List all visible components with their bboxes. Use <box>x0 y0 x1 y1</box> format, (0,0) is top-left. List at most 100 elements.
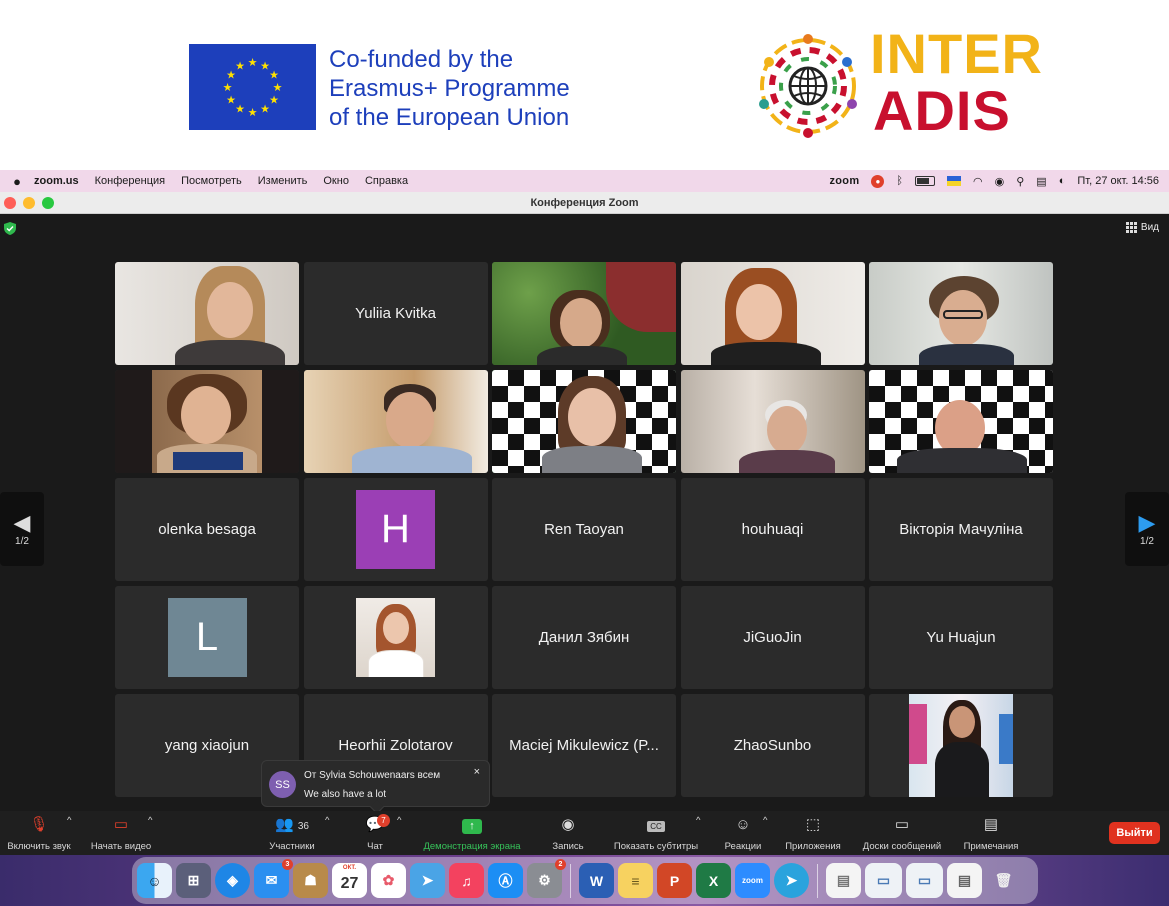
minimize-window-button[interactable] <box>23 197 35 209</box>
participant-name-tile[interactable]: Yuliia Kvitka <box>303 262 488 365</box>
record-button[interactable]: ◉ Запись <box>548 815 588 852</box>
excel-icon[interactable]: X <box>696 863 731 898</box>
chat-notification[interactable]: SS От Sylvia Schouwenaars всем We also h… <box>261 760 490 815</box>
record-status-icon[interactable]: ● <box>871 174 885 188</box>
participant-name-tile[interactable]: Данил Зябин <box>492 586 676 689</box>
participant-video-tile[interactable] <box>680 370 865 473</box>
document-icon[interactable]: ▤ <box>826 863 861 898</box>
music-icon[interactable]: ♫ <box>449 863 484 898</box>
siri-icon[interactable]: ◐ <box>1059 175 1066 187</box>
participant-video-tile[interactable] <box>869 370 1053 473</box>
whiteboards-button[interactable]: ▭ Доски сообщений <box>857 815 947 852</box>
menu-help[interactable]: Справка <box>365 175 408 187</box>
powerpoint-icon[interactable]: P <box>657 863 692 898</box>
participant-name: Ren Taoyan <box>544 521 624 538</box>
participant-name-tile[interactable]: Вікторія Мачуліна <box>869 478 1053 581</box>
participant-avatar-tile[interactable] <box>869 694 1053 797</box>
chat-caret-icon[interactable]: ^ <box>397 815 401 826</box>
window-thumbnail-icon[interactable]: ▭ <box>865 863 902 898</box>
user-switch-icon[interactable]: ◉ <box>995 175 1005 188</box>
reactions-button[interactable]: ☺ Реакции <box>720 815 766 852</box>
participants-button[interactable]: 👥 36 Участники <box>262 815 322 852</box>
video-options-caret-icon[interactable]: ^ <box>148 815 152 826</box>
security-shield-icon[interactable] <box>4 222 16 235</box>
participant-name-tile[interactable]: Maciej Mikulewicz (P... <box>492 694 676 797</box>
next-page-button[interactable]: ▶ 1/2 <box>1125 492 1169 566</box>
notes-button[interactable]: ▤ Примечания <box>960 815 1022 852</box>
zoom-app-icon[interactable]: zoom <box>735 863 770 898</box>
participant-avatar-tile[interactable]: H <box>303 478 488 581</box>
control-center-icon[interactable]: ▤ <box>1036 175 1046 188</box>
apps-button[interactable]: ⬚ Приложения <box>782 815 844 852</box>
battery-icon[interactable] <box>915 176 936 186</box>
leave-meeting-button[interactable]: Выйти <box>1109 822 1160 844</box>
finder-icon[interactable]: ☺ <box>137 863 172 898</box>
participant-name: Yuliia Kvitka <box>355 305 436 322</box>
close-icon[interactable]: × <box>474 766 480 778</box>
system-settings-icon[interactable]: ⚙ 2 <box>527 859 566 898</box>
menubar-clock[interactable]: Пт, 27 окт. 14:56 <box>1077 175 1159 187</box>
start-video-button[interactable]: ▭ Начать видео <box>88 815 154 852</box>
participant-avatar-tile[interactable]: L <box>115 586 299 689</box>
mac-menubar: ● zoom.us Конференция Посмотреть Изменит… <box>0 170 1169 192</box>
menu-view[interactable]: Посмотреть <box>181 175 242 187</box>
share-screen-button[interactable]: ↑ Демонстрация экрана <box>416 815 528 852</box>
safari-icon[interactable]: ◈ <box>215 863 250 898</box>
participant-video-tile[interactable] <box>869 262 1053 365</box>
participant-video-tile[interactable] <box>492 262 676 365</box>
svg-text:★: ★ <box>235 60 245 73</box>
participants-caret-icon[interactable]: ^ <box>325 815 329 826</box>
participant-video-tile[interactable] <box>115 262 299 365</box>
mail-badge: 3 <box>282 859 293 870</box>
telegram-icon[interactable]: ➤ <box>774 863 809 898</box>
menu-app-name[interactable]: zoom.us <box>34 175 79 187</box>
menu-window[interactable]: Окно <box>323 175 349 187</box>
wifi-icon[interactable]: ◠ <box>973 175 983 188</box>
video-feed <box>303 370 488 473</box>
svg-text:★: ★ <box>269 69 279 82</box>
participant-name-tile[interactable]: houhuaqi <box>680 478 865 581</box>
participant-video-tile[interactable] <box>115 370 299 473</box>
participant-name-tile[interactable]: JiGuoJin <box>680 586 865 689</box>
word-icon[interactable]: W <box>579 863 614 898</box>
calendar-icon[interactable]: ОКТ. 27 <box>332 863 367 898</box>
participant-name-tile[interactable]: Ren Taoyan <box>492 478 676 581</box>
reactions-caret-icon[interactable]: ^ <box>763 815 767 826</box>
view-button[interactable]: Вид <box>1125 222 1159 233</box>
trash-icon[interactable]: 🗑 <box>986 863 1021 898</box>
maps-icon[interactable]: ➤ <box>410 863 445 898</box>
fullscreen-window-button[interactable] <box>42 197 54 209</box>
active-speaker-tile[interactable] <box>492 370 676 473</box>
notes-app-icon[interactable]: ≡ <box>618 863 653 898</box>
unmute-button[interactable]: 🎙 Включить звук <box>4 815 74 852</box>
apple-icon[interactable]: ● <box>0 174 34 189</box>
svg-text:★: ★ <box>269 94 279 107</box>
spotlight-search-icon[interactable]: ⚲ <box>1016 175 1024 188</box>
bluetooth-icon[interactable]: ᛒ <box>896 175 903 187</box>
document-icon[interactable]: ▤ <box>947 863 982 898</box>
mail-icon[interactable]: ✉ 3 <box>254 859 293 898</box>
audio-options-caret-icon[interactable]: ^ <box>67 815 71 826</box>
participant-video-tile[interactable] <box>303 370 488 473</box>
video-feed <box>869 370 1053 473</box>
participant-name-tile[interactable]: Yu Huajun <box>869 586 1053 689</box>
close-window-button[interactable] <box>4 197 16 209</box>
participant-video-tile[interactable] <box>680 262 865 365</box>
chat-button[interactable]: 💬 Чат 7 <box>360 814 390 852</box>
window-thumbnail-icon[interactable]: ▭ <box>906 863 943 898</box>
menu-conference[interactable]: Конференция <box>95 175 165 187</box>
app-store-icon[interactable]: Ⓐ <box>488 863 523 898</box>
svg-text:★: ★ <box>260 103 270 116</box>
participant-avatar-tile[interactable] <box>303 586 488 689</box>
contacts-icon[interactable]: ☗ <box>293 863 328 898</box>
participant-name-tile[interactable]: ZhaoSunbo <box>680 694 865 797</box>
captions-caret-icon[interactable]: ^ <box>696 815 700 826</box>
previous-page-button[interactable]: ◀ 1/2 <box>0 492 44 566</box>
keyboard-layout-icon[interactable] <box>947 176 962 186</box>
captions-button[interactable]: CC Показать субтитры <box>608 815 704 852</box>
participant-name-tile[interactable]: olenka besaga <box>115 478 299 581</box>
photos-icon[interactable]: ✿ <box>371 863 406 898</box>
zoom-status-icon[interactable]: zoom <box>829 175 859 187</box>
launchpad-icon[interactable]: ⊞ <box>176 863 211 898</box>
menu-edit[interactable]: Изменить <box>258 175 308 187</box>
